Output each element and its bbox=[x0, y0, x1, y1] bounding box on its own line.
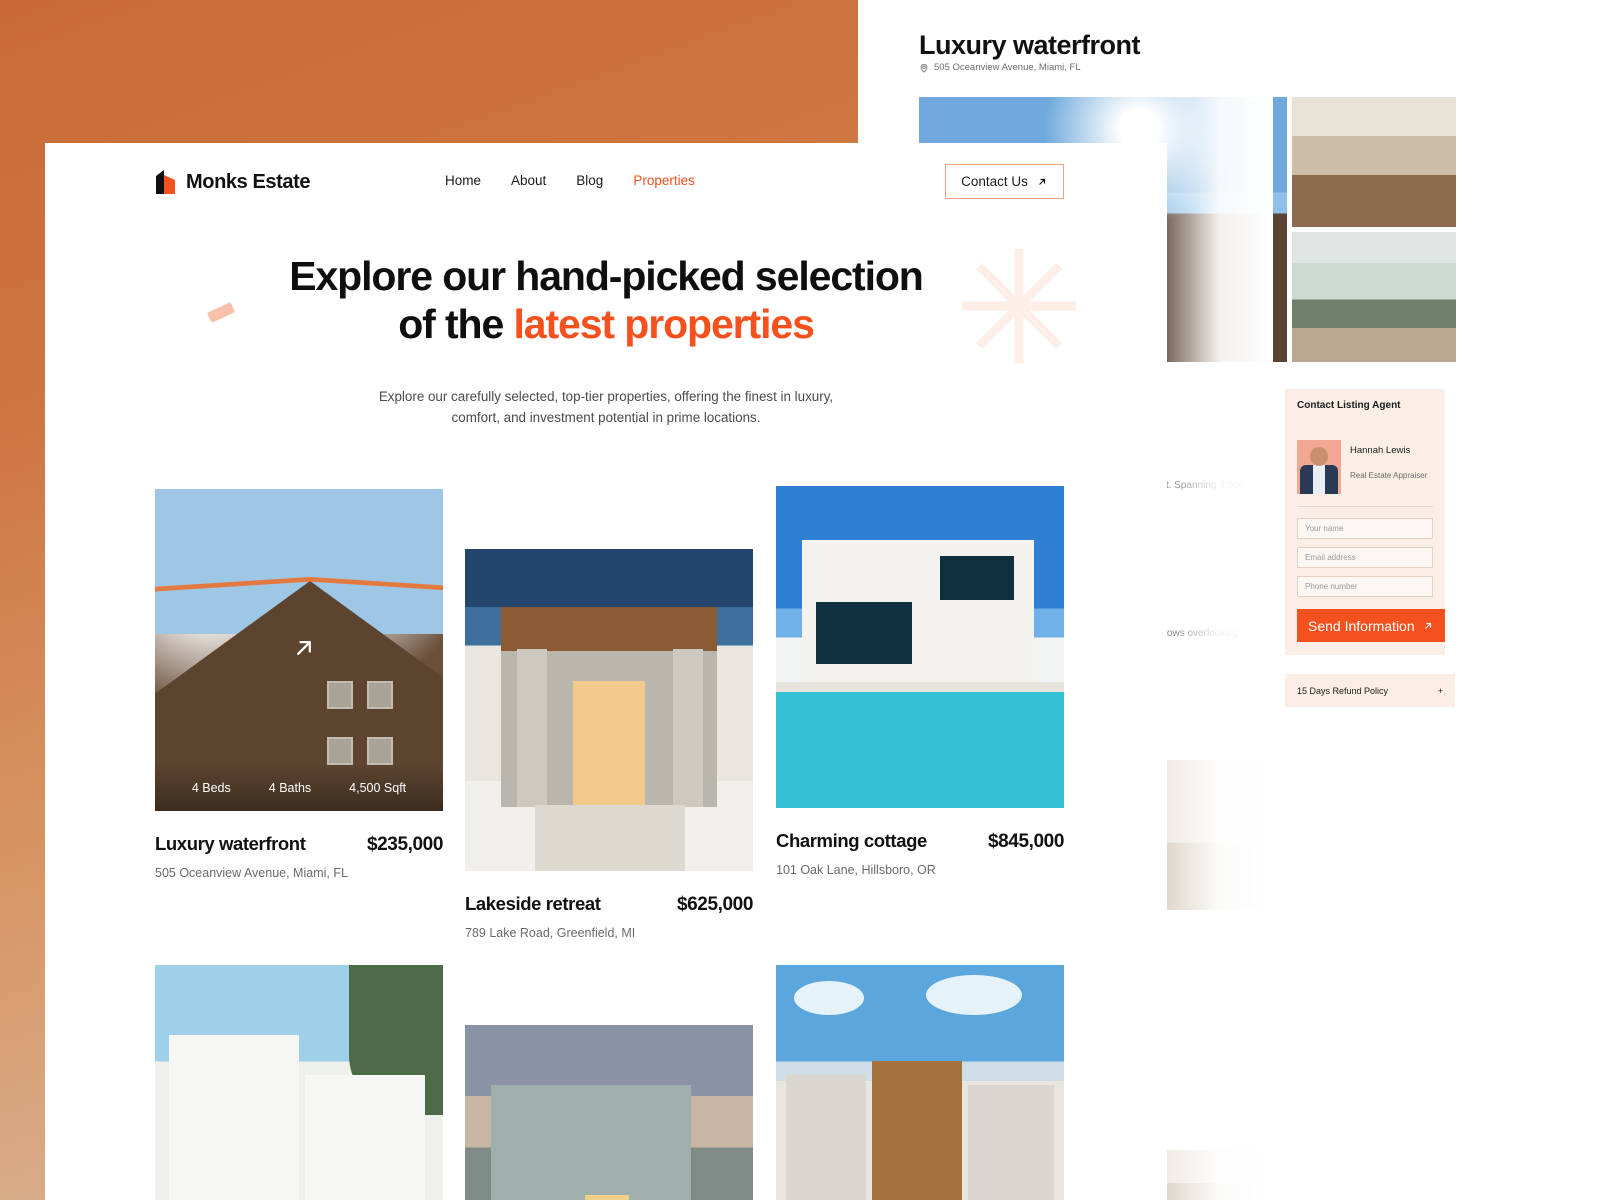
property-address: 505 Oceanview Avenue, Miami, FL bbox=[155, 866, 348, 880]
property-card-image[interactable] bbox=[465, 549, 753, 871]
site-logo-text: Monks Estate bbox=[186, 170, 311, 193]
refund-policy-label: 15 Days Refund Policy bbox=[1297, 685, 1389, 696]
agent-name: Hannah Lewis bbox=[1350, 445, 1411, 456]
detail-thumbnail-porch[interactable] bbox=[1292, 232, 1456, 362]
send-information-label: Send Information bbox=[1308, 617, 1415, 634]
detail-page-fade-overlay bbox=[1153, 0, 1273, 1200]
properties-listing-page: Monks Estate Home About Blog Properties … bbox=[45, 143, 1167, 1200]
detail-thumbnail-interior[interactable] bbox=[1292, 97, 1456, 227]
contact-listing-agent-card: Contact Listing Agent Hannah Lewis Real … bbox=[1285, 389, 1445, 655]
main-navigation: Home About Blog Properties bbox=[445, 173, 695, 188]
property-card-charming-cottage[interactable]: Charming cottage $845,000 101 Oak Lane, … bbox=[776, 486, 1064, 877]
agent-email-input[interactable]: Email address bbox=[1297, 547, 1433, 568]
site-logo[interactable]: Monks Estate bbox=[155, 169, 311, 195]
meta-sqft: 4,500 Sqft bbox=[349, 780, 407, 795]
property-card-image[interactable] bbox=[776, 965, 1064, 1200]
property-price: $625,000 bbox=[676, 894, 753, 915]
property-title: Luxury waterfront bbox=[155, 833, 306, 854]
property-card-luxury-waterfront[interactable]: 4 Beds 4 Baths 4,500 Sqft Luxury waterfr… bbox=[155, 489, 443, 880]
arrow-up-right-icon bbox=[1038, 178, 1045, 185]
hero-line-2-plain: of the bbox=[398, 300, 514, 347]
property-card-image[interactable] bbox=[465, 1025, 753, 1200]
agent-name-input[interactable]: Your name bbox=[1297, 518, 1433, 539]
nav-item-home[interactable]: Home bbox=[445, 173, 481, 188]
site-header: Monks Estate Home About Blog Properties … bbox=[45, 143, 1167, 221]
arrow-up-right-icon bbox=[1425, 622, 1432, 629]
property-card-image[interactable] bbox=[776, 486, 1064, 808]
property-address: 101 Oak Lane, Hillsboro, OR bbox=[776, 863, 936, 877]
refund-policy-accordion[interactable]: 15 Days Refund Policy + bbox=[1285, 674, 1455, 707]
hero-line-2-accent: latest properties bbox=[513, 300, 814, 347]
nav-item-about[interactable]: About bbox=[511, 173, 546, 188]
property-title: Lakeside retreat bbox=[465, 893, 601, 914]
property-title: Charming cottage bbox=[776, 830, 927, 851]
property-price: $235,000 bbox=[366, 834, 443, 855]
agent-phone-input[interactable]: Phone number bbox=[1297, 576, 1433, 597]
property-price: $845,000 bbox=[987, 831, 1064, 852]
agent-role: Real Estate Appraiser bbox=[1350, 471, 1428, 480]
detail-page-address: 505 Oceanview Avenue, Miami, FL bbox=[919, 62, 1081, 73]
property-card-image[interactable] bbox=[155, 965, 443, 1200]
house-logo-icon bbox=[155, 169, 177, 195]
arrow-up-right-icon[interactable] bbox=[290, 634, 318, 662]
send-information-button[interactable]: Send Information bbox=[1297, 609, 1445, 642]
property-address: 789 Lake Road, Greenfield, MI bbox=[465, 926, 636, 940]
property-card-lakeside-retreat[interactable]: Lakeside retreat $625,000 789 Lake Road,… bbox=[465, 549, 753, 940]
detail-page-title: Luxury waterfront bbox=[919, 30, 1141, 60]
meta-baths: 4 Baths bbox=[268, 780, 312, 795]
hero-line-1: Explore our hand-picked selection bbox=[289, 253, 924, 299]
property-card-row2-1[interactable] bbox=[155, 965, 443, 1200]
agent-avatar bbox=[1297, 440, 1341, 494]
refund-policy-toggle-icon[interactable]: + bbox=[1438, 686, 1443, 696]
contact-us-label: Contact Us bbox=[961, 174, 1028, 189]
page-subtitle: Explore our carefully selected, top-tier… bbox=[378, 389, 834, 426]
agent-card-heading: Contact Listing Agent bbox=[1297, 400, 1401, 411]
nav-item-properties[interactable]: Properties bbox=[633, 173, 695, 188]
property-card-row2-2[interactable] bbox=[465, 1025, 753, 1200]
contact-us-button[interactable]: Contact Us bbox=[945, 164, 1064, 199]
page-title: Explore our hand-picked selection of the… bbox=[45, 253, 1167, 348]
map-pin-icon bbox=[920, 63, 928, 73]
property-meta-bar: 4 Beds 4 Baths 4,500 Sqft bbox=[155, 764, 443, 811]
meta-beds: 4 Beds bbox=[191, 780, 231, 795]
property-card-row2-3[interactable] bbox=[776, 965, 1064, 1200]
agent-divider bbox=[1297, 506, 1433, 507]
nav-item-blog[interactable]: Blog bbox=[576, 173, 603, 188]
property-card-image[interactable]: 4 Beds 4 Baths 4,500 Sqft bbox=[155, 489, 443, 811]
detail-address-text: 505 Oceanview Avenue, Miami, FL bbox=[934, 62, 1081, 73]
